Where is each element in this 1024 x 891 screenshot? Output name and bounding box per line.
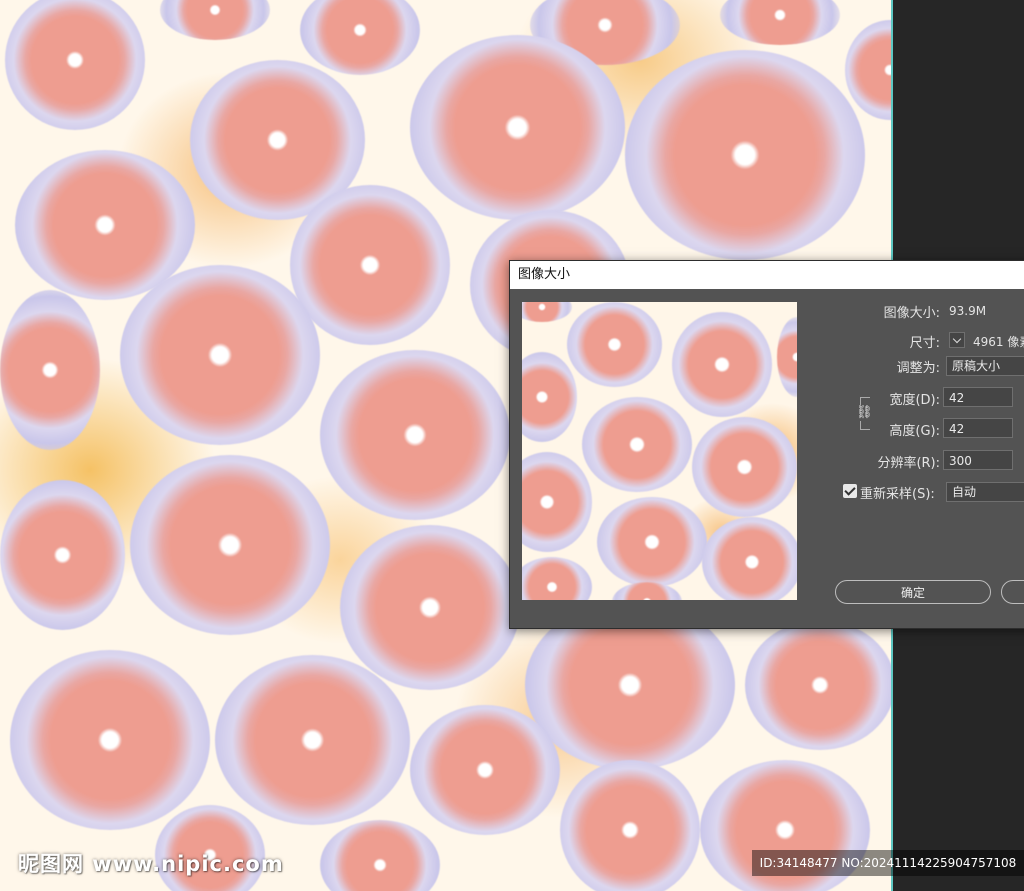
height-label: 高度(G):	[889, 424, 940, 439]
resample-checkbox[interactable]	[843, 484, 857, 498]
dimensions-label: 尺寸:	[909, 336, 940, 351]
ok-button[interactable]: 确定	[835, 580, 991, 604]
flower-shape	[320, 820, 440, 891]
image-size-dialog: 图像大小 图像大小: 93.9M 尺寸: 4961 像素 调整为: 原稿大小 ⛓…	[509, 260, 1024, 629]
flower-shape	[612, 582, 682, 600]
flower-shape	[777, 317, 797, 397]
image-size-value: 93.9M	[949, 304, 987, 318]
dimensions-value: 4961 像素	[973, 335, 1024, 349]
height-input[interactable]: 42	[943, 418, 1013, 438]
cancel-button[interactable]	[1001, 580, 1024, 604]
flower-shape	[290, 185, 450, 345]
flower-shape	[692, 417, 797, 517]
width-input[interactable]: 42	[943, 387, 1013, 407]
flower-shape	[522, 557, 592, 600]
flower-shape	[582, 397, 692, 492]
flower-shape	[5, 0, 145, 130]
fit-to-select[interactable]: 原稿大小	[946, 356, 1024, 376]
flower-shape	[522, 452, 592, 552]
image-size-label: 图像大小:	[883, 306, 940, 321]
width-label: 宽度(D):	[889, 393, 940, 408]
flower-shape	[845, 20, 893, 120]
flower-shape	[410, 35, 625, 220]
flower-shape	[300, 0, 420, 75]
flower-shape	[745, 620, 893, 750]
flower-shape	[702, 517, 797, 600]
flower-shape	[215, 655, 410, 825]
flower-shape	[567, 302, 662, 387]
flower-shape	[0, 480, 125, 630]
site-watermark: 昵图网 www.nipic.com	[18, 852, 284, 876]
resolution-label: 分辨率(R):	[877, 456, 940, 471]
flower-shape	[10, 650, 210, 830]
resolution-input[interactable]: 300	[943, 450, 1013, 470]
image-preview[interactable]	[522, 302, 797, 600]
flower-shape	[625, 50, 865, 260]
dialog-title[interactable]: 图像大小	[510, 261, 1024, 289]
flower-shape	[410, 705, 560, 835]
flower-shape	[597, 497, 707, 587]
resample-select[interactable]: 自动	[946, 482, 1024, 502]
flower-shape	[320, 350, 510, 520]
flower-shape	[0, 290, 100, 450]
flower-shape	[672, 312, 772, 417]
flower-shape	[120, 265, 320, 445]
flower-shape	[522, 352, 577, 442]
flower-shape	[130, 455, 330, 635]
resample-label: 重新采样(S):	[860, 487, 935, 502]
flower-shape	[340, 525, 520, 690]
dimensions-unit-dropdown[interactable]	[949, 332, 965, 348]
fit-to-label: 调整为:	[896, 361, 940, 376]
id-watermark: ID:34148477 NO:20241114225904757108	[752, 850, 1024, 876]
flower-shape	[160, 0, 270, 40]
flower-shape	[522, 302, 572, 322]
flower-shape	[560, 760, 700, 891]
flower-shape	[720, 0, 840, 45]
